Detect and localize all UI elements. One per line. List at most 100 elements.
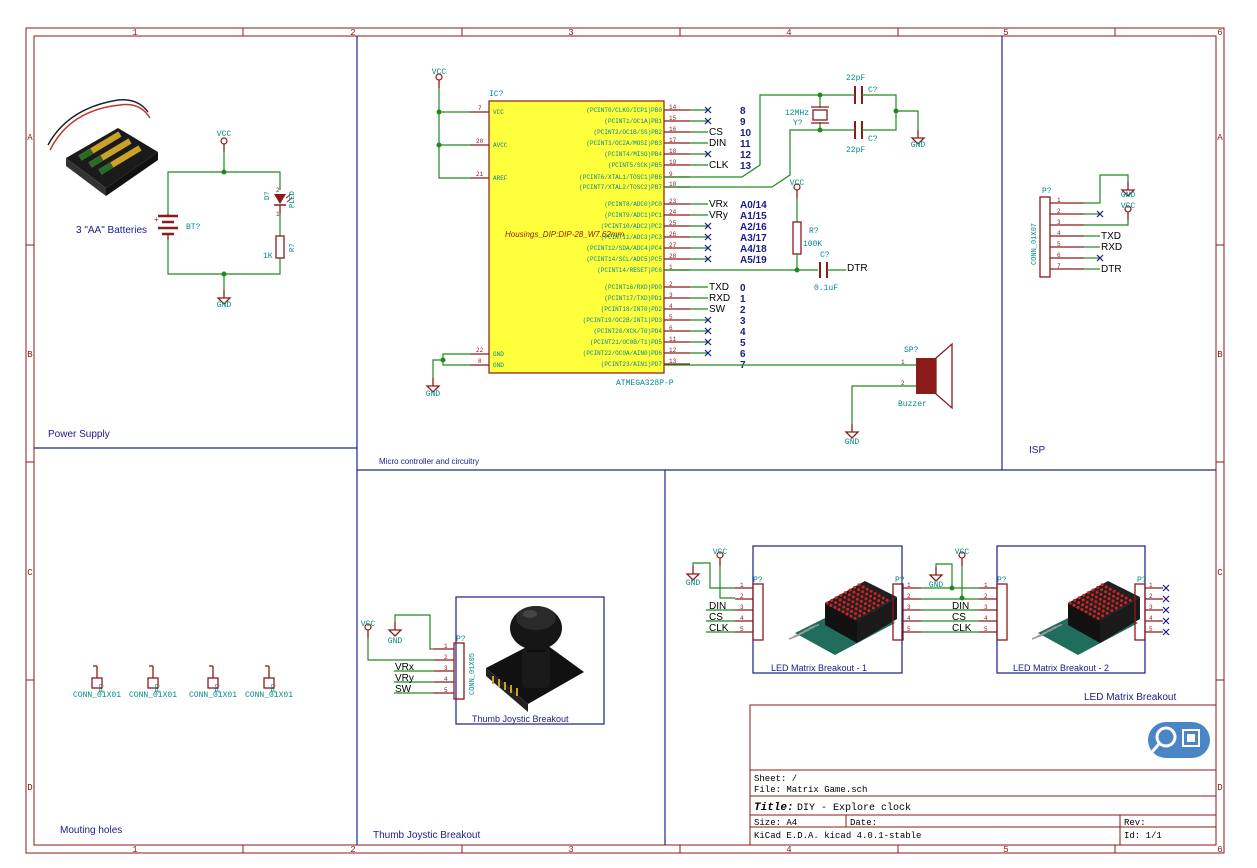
frame-row-c: C: [27, 568, 33, 578]
sheet-label: Sheet: /: [754, 774, 797, 784]
mcu-left-pin-name-2: AREF: [493, 175, 508, 182]
matrix-pin-num-2-4: 5: [984, 626, 988, 633]
no-connect-icon: [1162, 584, 1170, 592]
mcu-pin-num-5: 19: [669, 159, 677, 166]
mounting-hole-value-2: CONN_01X01: [189, 691, 237, 700]
mcu-pin-num-22: 13: [669, 358, 677, 365]
mcu-pin-net-2: CS: [709, 127, 723, 138]
mcu-pin-arduino-13: A5/19: [740, 255, 767, 266]
reset-vcc-label: VCC: [790, 179, 805, 188]
matrix-pin-num-1-1: 2: [907, 593, 911, 600]
schematic-sheet: 1 2 3 4 5 6 1 2 3 4 5 6 A B C D A B C D: [25, 27, 1225, 855]
battery-label: 3 "AA" Batteries: [76, 225, 147, 236]
frame-row-d-right: D: [1217, 783, 1222, 793]
buzzer-pin-1: 1: [901, 359, 905, 366]
mounting-hole-3: P?CONN_01X01: [245, 665, 293, 700]
matrix-pin-num-3-3: 4: [1149, 615, 1153, 622]
joystick-image-caption: Thumb Joystic Breakout: [472, 714, 569, 724]
mcu-pin-arduino-21: 6: [740, 349, 746, 360]
buzzer-gnd-label: GND: [845, 438, 860, 447]
buzzer-value: Buzzer: [898, 400, 927, 409]
isp-pin-num-3: 4: [1057, 230, 1061, 237]
joystick-vcc-label: VCC: [361, 620, 376, 629]
drawing-title: DIY - Explore clock: [797, 802, 911, 814]
no-connect-icon: [1162, 606, 1170, 614]
mcu-left-pin-name-3: GND: [493, 351, 504, 358]
matrix-net-link-4: CLK: [952, 623, 972, 634]
frame-row-c-right: C: [1217, 568, 1223, 578]
mcu-left-pin-name-4: GND: [493, 362, 504, 369]
crystal-network: GND 12MHz Y? 22pF C? 22pF C?: [664, 74, 925, 188]
size-label: Size: A4: [754, 818, 797, 828]
mcu-pin-num-8: 23: [669, 198, 677, 205]
joystick-pin-net-4: SW: [395, 684, 412, 695]
matrix-gnd-label-2: GND: [929, 581, 944, 590]
isp-ref: P?: [1042, 187, 1052, 196]
mcu-pin-net-3: DIN: [709, 138, 726, 149]
mcu-left-pin-num-0: 7: [478, 105, 482, 112]
mcu-pin-name-4: (PCINT4/MISO)PB4: [604, 151, 662, 158]
matrix-pin-num-1-2: 3: [907, 604, 911, 611]
matrix-pin-num-1-4: 5: [907, 626, 911, 633]
frame-col-3: 3: [568, 28, 573, 38]
led-value: PLED: [289, 191, 297, 208]
frame-row-d: D: [27, 783, 32, 793]
matrix-pin-num-2-0: 1: [984, 582, 988, 589]
joystick-gnd-label: GND: [388, 637, 403, 646]
mounting-hole-2: P?CONN_01X01: [189, 665, 237, 700]
matrix-net-in1-3: CS: [709, 612, 723, 623]
cap1-value: 22pF: [846, 74, 865, 83]
mcu-pin-name-1: (PCINT1/OC1A)PB1: [604, 118, 662, 125]
mcu-pin-arduino-12: A4/18: [740, 244, 767, 255]
mcu-pin-arduino-20: 5: [740, 338, 746, 349]
mcu-pin-name-11: (PCINT11/ADC3)PC3: [601, 234, 663, 241]
matrix-pin-num-2-3: 4: [984, 615, 988, 622]
mcu-pin-net-17: SW: [709, 304, 726, 315]
mcu-pin-name-2: (PCINT2/OC1B/SS)PB2: [594, 129, 663, 136]
frame-col-2: 2: [350, 28, 355, 38]
mcu-pin-num-9: 24: [669, 209, 677, 216]
mcu-pin-num-15: 2: [669, 281, 673, 288]
mcu-pin-name-15: (PCINT16/RXD)PD0: [604, 284, 662, 291]
matrix-connector-ref-2: P?: [997, 576, 1007, 585]
mcu-pin-name-19: (PCINT20/XCK/T0)PD4: [594, 328, 663, 335]
crystal-value: 12MHz: [785, 109, 809, 118]
mcu-pin-arduino-8: A0/14: [740, 200, 767, 211]
buzzer-pin-2: 2: [901, 380, 905, 387]
ps-gnd-label: GND: [217, 301, 232, 310]
matrix-pin-num-0-4: 5: [740, 626, 744, 633]
mcu-pin-num-16: 3: [669, 292, 673, 299]
buzzer-ref: SP?: [904, 346, 919, 355]
matrix-title: LED Matrix Breakout: [1084, 692, 1176, 703]
joystick-pin-num-0: 1: [444, 643, 448, 650]
mcu-pin-arduino-17: 2: [740, 305, 746, 316]
no-connect-icon: [1162, 617, 1170, 625]
mcu-pin-num-19: 6: [669, 325, 673, 332]
mcu-pin-arduino-5: 13: [740, 161, 752, 172]
mcu-section: IC? ATMEGA328P-P Housings_DIP:DIP-28_W7.…: [379, 68, 953, 466]
mcu-left-pin-num-3: 22: [476, 347, 484, 354]
matrix-module-1-caption: LED Matrix Breakout - 1: [771, 663, 867, 673]
mcu-pin-name-21: (PCINT22/OC0A/AIN0)PD6: [583, 350, 663, 357]
mcu-pin-num-3: 17: [669, 137, 677, 144]
mcu-pin-name-7: (PCINT7/XTAL2/TOSC2)PB7: [579, 184, 662, 191]
matrix-module-2-image: [1031, 581, 1140, 655]
mounting-hole-value-1: CONN_01X01: [129, 691, 177, 700]
joystick-pin-num-3: 4: [444, 676, 448, 683]
mcu-pin-num-17: 4: [669, 303, 673, 310]
matrix-net-in1-4: CLK: [709, 623, 729, 634]
mcu-pin-arduino-0: 8: [740, 106, 746, 117]
mcu-left-pin-name-0: VCC: [493, 109, 504, 116]
mcu-pin-num-2: 16: [669, 126, 677, 133]
reset-cap-value: 0.1uF: [814, 284, 838, 293]
mcu-left-pin-num-2: 21: [476, 171, 484, 178]
rev-label: Rev:: [1124, 818, 1146, 828]
matrix-pin-num-0-1: 2: [740, 593, 744, 600]
mcu-pin-num-20: 11: [669, 336, 677, 343]
title-label: Title:: [754, 802, 794, 814]
resistor-symbol: [275, 235, 285, 259]
joystick-value: CONN_01X05: [469, 653, 477, 695]
mcu-pin-arduino-15: 0: [740, 283, 746, 294]
mounting-hole-0: P?CONN_01X01: [73, 665, 121, 700]
mcu-pin-num-10: 25: [669, 220, 677, 227]
